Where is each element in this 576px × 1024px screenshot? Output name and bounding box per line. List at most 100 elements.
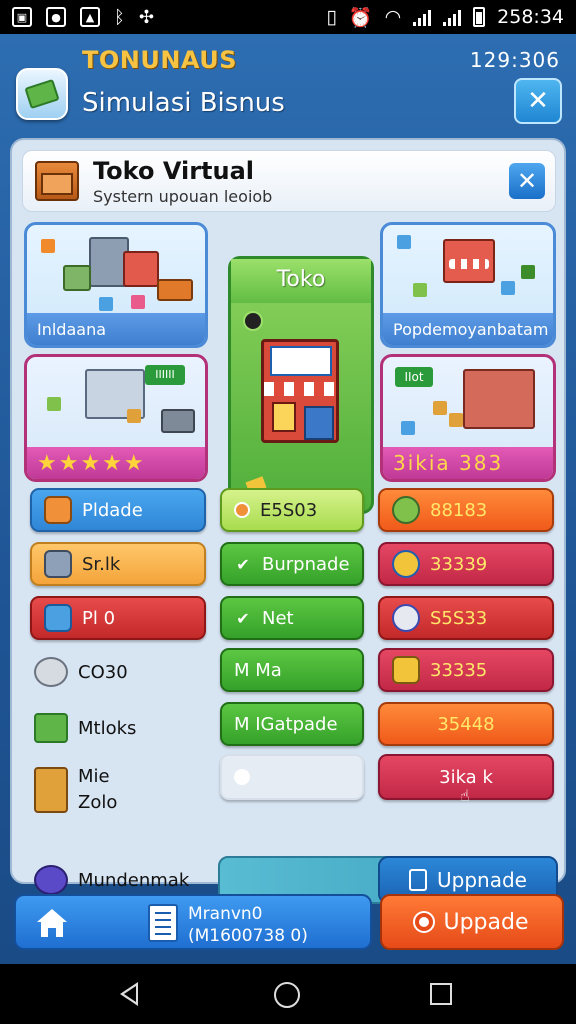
- alarm-icon: ⏰: [348, 6, 373, 29]
- location-icon: [234, 769, 250, 785]
- basket-icon: [392, 656, 420, 684]
- system-nav-bar: [0, 964, 576, 1024]
- check-icon: ✔: [236, 554, 250, 574]
- value-button-1[interactable]: 88183: [378, 488, 554, 532]
- plado-label: Pldade: [82, 499, 143, 521]
- value-button-2[interactable]: 33339: [378, 542, 554, 586]
- sign: IIot: [395, 367, 433, 387]
- box-icon: [44, 496, 72, 524]
- empty-slot[interactable]: [220, 754, 364, 800]
- mie-item[interactable]: Mie Zolo: [34, 762, 117, 818]
- jar-icon: [409, 869, 428, 891]
- tile-warehouse[interactable]: IIIIII ★★★★★: [24, 354, 208, 482]
- target-icon: [34, 865, 68, 895]
- home-circle-icon[interactable]: [274, 982, 300, 1008]
- cursor-icon: ☝: [460, 786, 470, 805]
- app-logo: [16, 68, 68, 120]
- stat-5-label: M IGatpade: [234, 713, 338, 735]
- stat-button-2[interactable]: ✔ Burpnade: [220, 542, 364, 586]
- value-button-5[interactable]: 35448: [378, 702, 554, 746]
- home-icon: [37, 909, 67, 937]
- pro-button[interactable]: Pl 0: [30, 596, 206, 640]
- stat-1-label: E5S03: [260, 499, 318, 521]
- stat-button-5[interactable]: M IGatpade: [220, 702, 364, 746]
- back-icon[interactable]: [120, 982, 138, 1006]
- tile-storage-label: 3ikia 383: [383, 447, 553, 479]
- rating-stars: ★★★★★: [27, 447, 205, 479]
- value-button-3[interactable]: S5S33: [378, 596, 554, 640]
- bottom-info-line-2: (M1600738 0): [188, 926, 308, 946]
- refresh-icon: [243, 311, 263, 331]
- cogo-label: CO30: [78, 661, 128, 683]
- panel-header: Toko Virtual Systern upouan leoiob ✕: [22, 150, 556, 212]
- shelf-icon: [44, 550, 72, 578]
- mtloks-item[interactable]: Mtloks: [34, 708, 136, 748]
- header-close-button[interactable]: ✕: [514, 78, 562, 124]
- tile-city-label: Inldaana: [27, 313, 205, 345]
- value-4-label: 33335: [430, 659, 488, 681]
- cash-icon: [34, 713, 68, 743]
- zolo-label: Zolo: [78, 792, 118, 813]
- stat-button-4[interactable]: M Ma: [220, 648, 364, 692]
- value-1-label: 88183: [430, 499, 488, 521]
- cogo-item[interactable]: CO30: [34, 652, 128, 692]
- megaphone-icon: [34, 657, 68, 687]
- panel-close-button[interactable]: ✕: [509, 163, 545, 199]
- store-panel: Toko Virtual Systern upouan leoiob ✕ Inl…: [10, 138, 566, 904]
- tablet-icon: [44, 604, 72, 632]
- stat-2-label: Burpnade: [262, 553, 350, 575]
- stat-3-label: Net: [262, 607, 294, 629]
- pro-label: Pl 0: [82, 607, 116, 629]
- bluetooth-icon: ᛒ: [114, 6, 125, 28]
- munden-label: Mundenmak: [78, 869, 190, 891]
- tile-toko-title: Toko: [276, 267, 326, 292]
- wifi-icon: ◠: [384, 6, 402, 28]
- status-bar: ▣ ● ▲ ᛒ ✣ ▯ ⏰ ◠ 258:34: [0, 0, 576, 34]
- signal-2-icon: [443, 8, 462, 26]
- recents-icon[interactable]: [430, 983, 452, 1005]
- tile-storage[interactable]: IIot 3ikia 383: [380, 354, 556, 482]
- store-icon: [35, 161, 79, 201]
- cash-stack-icon: [392, 496, 420, 524]
- app-title: Simulasi Bisnus: [82, 88, 285, 118]
- app-window: TONUNAUS Simulasi Bisnus 129:306 ✕ Toko …: [0, 34, 576, 964]
- vibrate-icon: ▯: [326, 6, 337, 28]
- panel-subtitle: Systern upouan leoiob: [93, 187, 273, 206]
- value-6-label: 3ika k: [439, 766, 493, 788]
- record-icon: ●: [46, 7, 66, 27]
- mie-label: Mie: [78, 766, 110, 787]
- plado-button[interactable]: Pldade: [30, 488, 206, 532]
- document-icon: [148, 904, 178, 942]
- cast-icon: ✣: [138, 6, 154, 28]
- bottom-upgrade-label: Uppade: [443, 909, 529, 935]
- battery-icon: [473, 7, 486, 27]
- tile-city[interactable]: Inldaana: [24, 222, 208, 348]
- stat-4-label: M Ma: [234, 659, 282, 681]
- bottom-info-button[interactable]: Mranvn0 (M1600738 0): [14, 894, 372, 950]
- bottom-info-line-1: Mranvn0: [188, 904, 263, 924]
- signal-icon: [413, 8, 432, 26]
- value-button-4[interactable]: 33335: [378, 648, 554, 692]
- value-3-label: S5S33: [430, 607, 488, 629]
- value-button-6[interactable]: 3ika k ☝: [378, 754, 554, 805]
- panel-title: Toko Virtual: [93, 157, 255, 185]
- stat-button-3[interactable]: ✔ Net: [220, 596, 364, 640]
- tile-market[interactable]: Popdemoyanbatam: [380, 222, 556, 348]
- record-dot-icon: [415, 913, 434, 931]
- stock-button[interactable]: Sr.lk: [30, 542, 206, 586]
- bottom-upgrade-button[interactable]: Uppade: [380, 894, 564, 950]
- gallery-icon: ▣: [12, 7, 32, 27]
- shop-building-icon: [261, 339, 339, 443]
- database-icon: [392, 604, 420, 632]
- brand-name: TONUNAUS: [82, 46, 238, 74]
- sign: IIIIII: [145, 365, 185, 385]
- stock-label: Sr.lk: [82, 553, 121, 575]
- clock: 258:34: [497, 6, 564, 28]
- mtloks-label: Mtloks: [78, 717, 137, 739]
- tile-toko[interactable]: Toko: [228, 256, 374, 514]
- close-icon: ✕: [527, 86, 549, 116]
- chart-icon: ▲: [80, 7, 100, 27]
- money-icon: [24, 78, 60, 110]
- stat-button-1[interactable]: E5S03: [220, 488, 364, 532]
- upgrade-button-label: Uppnade: [437, 868, 527, 892]
